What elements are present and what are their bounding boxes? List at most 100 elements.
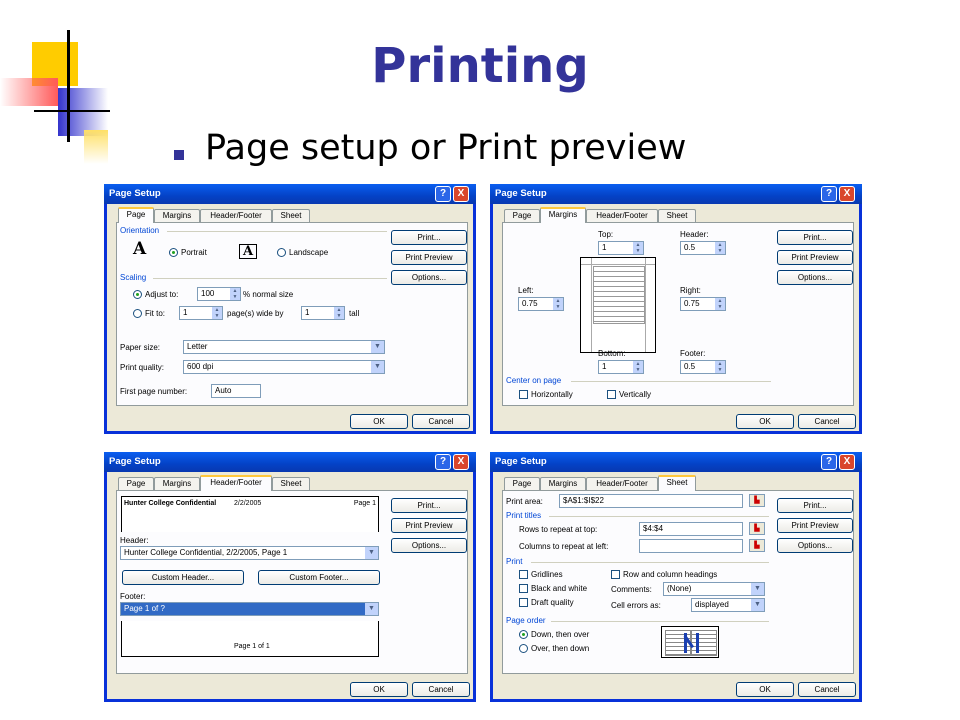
spinner-icon[interactable]: ▲ ▼	[553, 298, 563, 310]
portrait-radio[interactable]	[169, 248, 178, 257]
tab-margins[interactable]: Margins	[154, 477, 200, 490]
footer-margin-input[interactable]: 0.5 ▲ ▼	[680, 360, 726, 374]
cancel-button[interactable]: Cancel	[798, 682, 856, 697]
fit-wide-input[interactable]: 1 ▲ ▼	[179, 306, 223, 320]
print-preview-button[interactable]: Print Preview	[391, 518, 467, 533]
close-button[interactable]: X	[839, 186, 855, 202]
cell-errors-select[interactable]: displayed ▼	[691, 598, 765, 612]
close-button[interactable]: X	[839, 454, 855, 470]
fit-tall-input[interactable]: 1 ▲ ▼	[301, 306, 345, 320]
print-button[interactable]: Print...	[777, 498, 853, 513]
cancel-button[interactable]: Cancel	[412, 414, 470, 429]
header-select[interactable]: Hunter College Confidential, 2/2/2005, P…	[120, 546, 379, 560]
left-input[interactable]: 0.75 ▲ ▼	[518, 297, 564, 311]
range-picker-icon[interactable]: ▙	[749, 522, 765, 535]
fit-to-radio[interactable]	[133, 309, 142, 318]
right-input[interactable]: 0.75 ▲ ▼	[680, 297, 726, 311]
spinner-icon[interactable]: ▲ ▼	[715, 298, 725, 310]
chevron-down-icon[interactable]: ▼	[365, 603, 378, 615]
options-button[interactable]: Options...	[777, 538, 853, 553]
draft-quality-label[interactable]: Draft quality	[531, 598, 574, 607]
print-button[interactable]: Print...	[391, 230, 467, 245]
tab-margins[interactable]: Margins	[154, 209, 200, 222]
black-white-checkbox[interactable]	[519, 584, 528, 593]
close-button[interactable]: X	[453, 454, 469, 470]
adjust-to-radio[interactable]	[133, 290, 142, 299]
fit-to-label[interactable]: Fit to:	[145, 309, 165, 318]
cancel-button[interactable]: Cancel	[798, 414, 856, 429]
horizontally-checkbox[interactable]	[519, 390, 528, 399]
options-button[interactable]: Options...	[777, 270, 853, 285]
ok-button[interactable]: OK	[736, 682, 794, 697]
spinner-icon[interactable]: ▲ ▼	[230, 288, 240, 300]
tab-page[interactable]: Page	[504, 209, 540, 222]
range-picker-icon[interactable]: ▙	[749, 494, 765, 507]
footer-select[interactable]: Page 1 of ? ▼	[120, 602, 379, 616]
tab-sheet[interactable]: Sheet	[658, 475, 696, 491]
tab-margins[interactable]: Margins	[540, 477, 586, 490]
chevron-down-icon[interactable]: ▼	[365, 547, 378, 559]
print-preview-button[interactable]: Print Preview	[777, 250, 853, 265]
draft-quality-checkbox[interactable]	[519, 598, 528, 607]
chevron-down-icon[interactable]: ▼	[751, 583, 764, 595]
top-input[interactable]: 1 ▲ ▼	[598, 241, 644, 255]
header-margin-input[interactable]: 0.5 ▲ ▼	[680, 241, 726, 255]
print-quality-select[interactable]: 600 dpi ▼	[183, 360, 385, 374]
cols-repeat-input[interactable]	[639, 539, 743, 553]
tab-sheet[interactable]: Sheet	[658, 209, 696, 222]
print-button[interactable]: Print...	[777, 230, 853, 245]
help-button[interactable]: ?	[435, 454, 451, 470]
paper-size-select[interactable]: Letter ▼	[183, 340, 385, 354]
first-page-input[interactable]: Auto	[211, 384, 261, 398]
tab-page[interactable]: Page	[118, 207, 154, 223]
gridlines-label[interactable]: Gridlines	[531, 570, 563, 579]
landscape-label[interactable]: Landscape	[289, 248, 328, 257]
spinner-icon[interactable]: ▲ ▼	[633, 361, 643, 373]
spinner-icon[interactable]: ▲ ▼	[212, 307, 222, 319]
comments-select[interactable]: (None) ▼	[663, 582, 765, 596]
black-white-label[interactable]: Black and white	[531, 584, 587, 593]
adjust-to-label[interactable]: Adjust to:	[145, 290, 178, 299]
print-button[interactable]: Print...	[391, 498, 467, 513]
vertically-checkbox[interactable]	[607, 390, 616, 399]
options-button[interactable]: Options...	[391, 538, 467, 553]
down-then-over-radio[interactable]	[519, 630, 528, 639]
print-preview-button[interactable]: Print Preview	[391, 250, 467, 265]
spinner-icon[interactable]: ▲ ▼	[715, 242, 725, 254]
tab-page[interactable]: Page	[504, 477, 540, 490]
horizontally-label[interactable]: Horizontally	[531, 390, 573, 399]
landscape-radio[interactable]	[277, 248, 286, 257]
custom-header-button[interactable]: Custom Header...	[122, 570, 244, 585]
adjust-to-input[interactable]: 100 ▲ ▼	[197, 287, 241, 301]
print-area-input[interactable]: $A$1:$I$22	[559, 494, 743, 508]
tab-header-footer[interactable]: Header/Footer	[200, 475, 272, 491]
chevron-down-icon[interactable]: ▼	[371, 361, 384, 373]
print-preview-button[interactable]: Print Preview	[777, 518, 853, 533]
cancel-button[interactable]: Cancel	[412, 682, 470, 697]
options-button[interactable]: Options...	[391, 270, 467, 285]
chevron-down-icon[interactable]: ▼	[371, 341, 384, 353]
help-button[interactable]: ?	[821, 186, 837, 202]
spinner-icon[interactable]: ▲ ▼	[334, 307, 344, 319]
tab-header-footer[interactable]: Header/Footer	[586, 209, 658, 222]
help-button[interactable]: ?	[435, 186, 451, 202]
ok-button[interactable]: OK	[350, 682, 408, 697]
help-button[interactable]: ?	[821, 454, 837, 470]
spinner-icon[interactable]: ▲ ▼	[633, 242, 643, 254]
row-col-headings-label[interactable]: Row and column headings	[623, 570, 717, 579]
row-col-headings-checkbox[interactable]	[611, 570, 620, 579]
tab-sheet[interactable]: Sheet	[272, 209, 310, 222]
ok-button[interactable]: OK	[736, 414, 794, 429]
down-then-over-label[interactable]: Down, then over	[531, 630, 589, 639]
gridlines-checkbox[interactable]	[519, 570, 528, 579]
vertically-label[interactable]: Vertically	[619, 390, 651, 399]
spinner-icon[interactable]: ▲ ▼	[715, 361, 725, 373]
tab-margins[interactable]: Margins	[540, 207, 586, 223]
tab-header-footer[interactable]: Header/Footer	[200, 209, 272, 222]
over-then-down-label[interactable]: Over, then down	[531, 644, 589, 653]
ok-button[interactable]: OK	[350, 414, 408, 429]
tab-sheet[interactable]: Sheet	[272, 477, 310, 490]
tab-page[interactable]: Page	[118, 477, 154, 490]
chevron-down-icon[interactable]: ▼	[751, 599, 764, 611]
range-picker-icon[interactable]: ▙	[749, 539, 765, 552]
